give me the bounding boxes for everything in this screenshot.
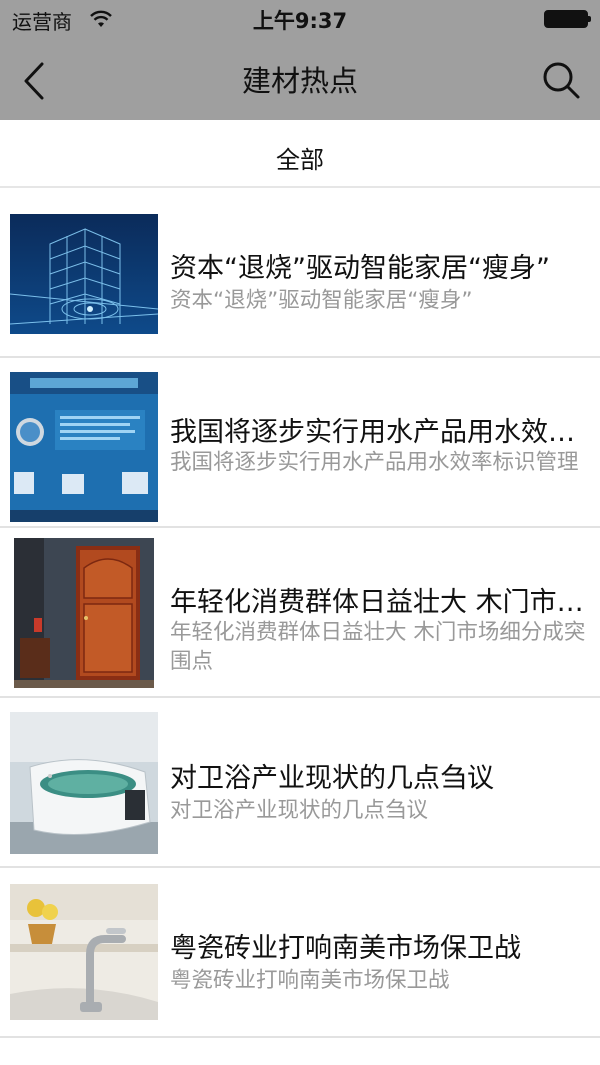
article-title: 我国将逐步实行用水产品用水效率标识管理 <box>170 417 590 448</box>
list-item[interactable]: 年轻化消费群体日益壮大 木门市场细分成突围点 年轻化消费群体日益壮大 木门市场细… <box>0 528 600 698</box>
list-item[interactable]: 粤瓷砖业打响南美市场保卫战 粤瓷砖业打响南美市场保卫战 <box>0 868 600 1038</box>
wooden-door-thumbnail <box>14 538 154 688</box>
list-item[interactable]: 资本“退烧”驱动智能家居“瘦身” 资本“退烧”驱动智能家居“瘦身” <box>0 188 600 358</box>
status-bar: 运营商 上午9:37 <box>0 0 600 40</box>
search-icon <box>543 62 580 99</box>
article-title: 资本“退烧”驱动智能家居“瘦身” <box>170 253 550 284</box>
status-time: 上午9:37 <box>252 9 348 33</box>
category-bar: 全部 <box>0 120 600 188</box>
tab-all[interactable]: 全部 <box>0 140 600 175</box>
smart-building-thumbnail <box>10 214 158 334</box>
navigation-bar: 建材热点 <box>0 40 600 120</box>
list-item[interactable]: 我国将逐步实行用水产品用水效率标识管理 我国将逐步实行用水产品用水效率标识管理 <box>0 358 600 528</box>
article-title: 对卫浴产业现状的几点刍议 <box>170 763 494 794</box>
page-title: 建材热点 <box>241 64 358 98</box>
article-title: 年轻化消费群体日益壮大 木门市场细分成突围点 <box>170 587 590 618</box>
battery-icon <box>544 10 591 28</box>
list-item[interactable]: 对卫浴产业现状的几点刍议 对卫浴产业现状的几点刍议 <box>0 698 600 868</box>
article-summary: 对卫浴产业现状的几点刍议 <box>170 798 429 823</box>
bathtub-thumbnail <box>10 712 158 854</box>
top-bar: 运营商 上午9:37 建材热点 <box>0 0 600 120</box>
faucet-thumbnail <box>10 884 158 1020</box>
article-title: 粤瓷砖业打响南美市场保卫战 <box>170 933 521 964</box>
article-list: 资本“退烧”驱动智能家居“瘦身” 资本“退烧”驱动智能家居“瘦身” 我国将逐步实… <box>0 188 600 1038</box>
article-summary: 年轻化消费群体日益壮大 木门市场细分成突围点 <box>170 620 586 674</box>
search-button[interactable] <box>538 58 584 104</box>
article-summary: 资本“退烧”驱动智能家居“瘦身” <box>170 288 473 313</box>
water-system-thumbnail <box>10 372 158 522</box>
article-summary: 我国将逐步实行用水产品用水效率标识管理 <box>170 450 579 475</box>
article-summary: 粤瓷砖业打响南美市场保卫战 <box>170 968 450 993</box>
